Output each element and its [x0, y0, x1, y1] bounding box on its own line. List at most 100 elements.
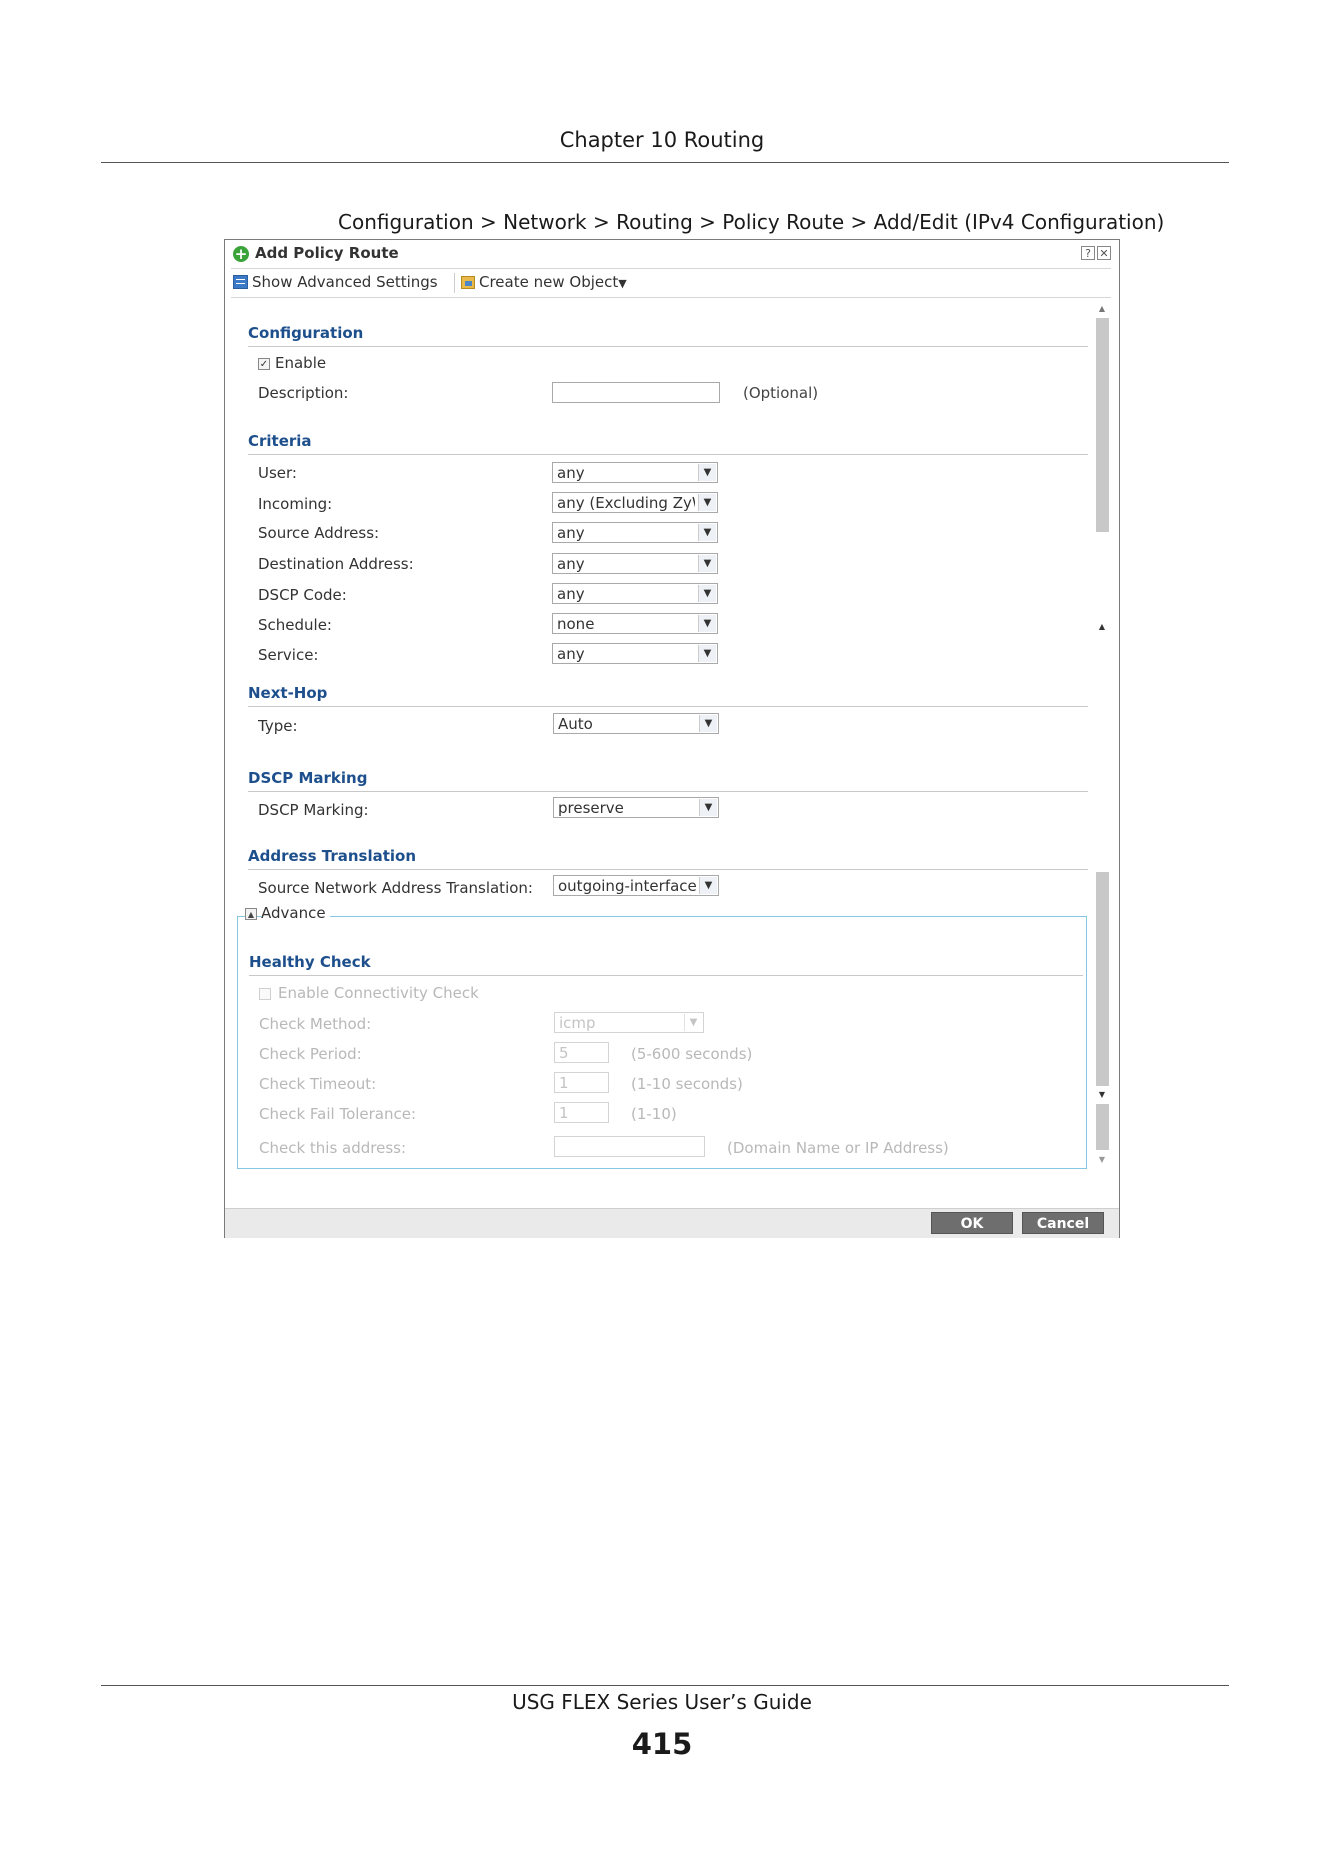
show-advanced-settings-button[interactable]: Show Advanced Settings — [252, 273, 438, 291]
service-value: any — [557, 645, 585, 663]
object-icon — [461, 276, 475, 289]
chevron-down-icon: ▼ — [698, 464, 716, 481]
chevron-down-icon: ▼ — [684, 1014, 702, 1031]
incoming-label: Incoming: — [258, 495, 333, 513]
footer-rule — [101, 1685, 1229, 1686]
check-period-label: Check Period: — [259, 1045, 362, 1063]
check-fail-tolerance-label: Check Fail Tolerance: — [259, 1105, 417, 1123]
check-method-label: Check Method: — [259, 1015, 372, 1033]
scroll-up-icon[interactable]: ▲ — [1096, 622, 1108, 634]
scroll-up-icon[interactable]: ▲ — [1096, 304, 1108, 316]
check-address-hint: (Domain Name or IP Address) — [727, 1139, 949, 1157]
section-divider — [248, 791, 1088, 792]
schedule-value: none — [557, 615, 595, 633]
check-timeout-hint: (1-10 seconds) — [631, 1075, 743, 1093]
check-fail-tolerance-value: 1 — [559, 1104, 569, 1122]
page-number: 415 — [631, 1727, 693, 1761]
incoming-value: any (Excluding ZyW — [557, 494, 695, 512]
next-hop-type-select[interactable]: Auto ▼ — [553, 713, 719, 734]
section-divider — [249, 975, 1083, 976]
user-label: User: — [258, 464, 297, 482]
enable-connectivity-check-checkbox[interactable] — [259, 988, 271, 1000]
check-address-input[interactable] — [554, 1136, 705, 1157]
add-icon: + — [233, 245, 249, 263]
footer-guide-title: USG FLEX Series User’s Guide — [512, 1690, 812, 1714]
check-address-label: Check this address: — [259, 1139, 407, 1157]
description-input[interactable] — [552, 382, 720, 403]
description-label: Description: — [258, 384, 349, 402]
chevron-down-icon: ▼ — [698, 555, 716, 572]
help-button[interactable]: ? — [1081, 246, 1095, 260]
advance-label: Advance — [261, 904, 330, 922]
create-new-object-label: Create new Object — [479, 273, 619, 291]
check-period-input[interactable]: 5 — [554, 1042, 609, 1063]
snat-select[interactable]: outgoing-interface ▼ — [553, 875, 719, 896]
service-label: Service: — [258, 646, 319, 664]
scrollbar-thumb[interactable] — [1096, 1104, 1109, 1150]
configuration-heading: Configuration — [248, 324, 364, 342]
chapter-header: Chapter 10 Routing — [559, 128, 765, 152]
dscp-code-value: any — [557, 585, 585, 603]
chevron-down-icon: ▼ — [698, 494, 716, 511]
check-timeout-input[interactable]: 1 — [554, 1072, 609, 1093]
check-period-value: 5 — [559, 1044, 569, 1062]
description-hint: (Optional) — [743, 384, 819, 402]
scrollbar-thumb[interactable] — [1096, 872, 1109, 1086]
schedule-select[interactable]: none ▼ — [552, 613, 718, 634]
dscp-marking-heading: DSCP Marking — [248, 769, 368, 787]
table-icon — [233, 275, 248, 289]
enable-connectivity-check-label: Enable Connectivity Check — [278, 984, 479, 1002]
user-select[interactable]: any ▼ — [552, 462, 718, 483]
create-new-object-button[interactable]: Create new Object▼ — [479, 273, 627, 291]
chevron-down-icon: ▼ — [698, 615, 716, 632]
scroll-down-icon[interactable]: ▼ — [1096, 1090, 1108, 1102]
check-timeout-value: 1 — [559, 1074, 569, 1092]
next-hop-heading: Next-Hop — [248, 684, 328, 702]
dialog-title: Add Policy Route — [255, 244, 399, 262]
destination-address-value: any — [557, 555, 585, 573]
enable-checkbox[interactable]: ✓ — [258, 358, 270, 370]
collapse-icon[interactable]: ▲ — [245, 908, 257, 920]
ok-button[interactable]: OK — [931, 1212, 1013, 1234]
check-period-hint: (5-600 seconds) — [631, 1045, 753, 1063]
dscp-code-select[interactable]: any ▼ — [552, 583, 718, 604]
cancel-button[interactable]: Cancel — [1022, 1212, 1104, 1234]
address-translation-heading: Address Translation — [248, 847, 417, 865]
check-fail-tolerance-input[interactable]: 1 — [554, 1102, 609, 1123]
close-button[interactable]: ✕ — [1097, 246, 1111, 260]
dscp-code-label: DSCP Code: — [258, 586, 347, 604]
incoming-select[interactable]: any (Excluding ZyW ▼ — [552, 492, 718, 513]
chevron-down-icon: ▼ — [699, 877, 717, 894]
scroll-down-icon[interactable]: ▼ — [1096, 1155, 1108, 1167]
dialog-title-bar: + Add Policy Route ? ✕ — [225, 240, 1119, 268]
vertical-scrollbar[interactable]: ▲ ▲ ▼ ▼ — [1093, 304, 1111, 1204]
section-divider — [248, 706, 1088, 707]
source-address-select[interactable]: any ▼ — [552, 522, 718, 543]
snat-label: Source Network Address Translation: — [258, 879, 533, 897]
chevron-down-icon: ▼ — [698, 645, 716, 662]
dscp-marking-select[interactable]: preserve ▼ — [553, 797, 719, 818]
figure-caption: Configuration > Network > Routing > Poli… — [338, 210, 1165, 234]
check-method-value: icmp — [559, 1014, 697, 1032]
check-method-select[interactable]: icmp ▼ — [554, 1012, 704, 1033]
section-divider — [248, 454, 1088, 455]
section-divider — [248, 869, 1088, 870]
destination-address-label: Destination Address: — [258, 555, 414, 573]
service-select[interactable]: any ▼ — [552, 643, 718, 664]
schedule-label: Schedule: — [258, 616, 332, 634]
check-timeout-label: Check Timeout: — [259, 1075, 377, 1093]
dscp-marking-label: DSCP Marking: — [258, 801, 369, 819]
chevron-down-icon: ▼ — [699, 799, 717, 816]
snat-value: outgoing-interface — [558, 877, 696, 895]
check-fail-tolerance-hint: (1-10) — [631, 1105, 677, 1123]
destination-address-select[interactable]: any ▼ — [552, 553, 718, 574]
dialog-footer: OK Cancel — [225, 1208, 1119, 1238]
criteria-heading: Criteria — [248, 432, 312, 450]
user-value: any — [557, 464, 585, 482]
section-divider — [248, 346, 1088, 347]
scrollbar-thumb[interactable] — [1096, 318, 1109, 532]
enable-label: Enable — [275, 354, 327, 372]
dialog-toolbar: Show Advanced Settings Create new Object… — [231, 268, 1111, 298]
toolbar-divider — [454, 273, 455, 293]
chevron-down-icon: ▼ — [699, 715, 717, 732]
